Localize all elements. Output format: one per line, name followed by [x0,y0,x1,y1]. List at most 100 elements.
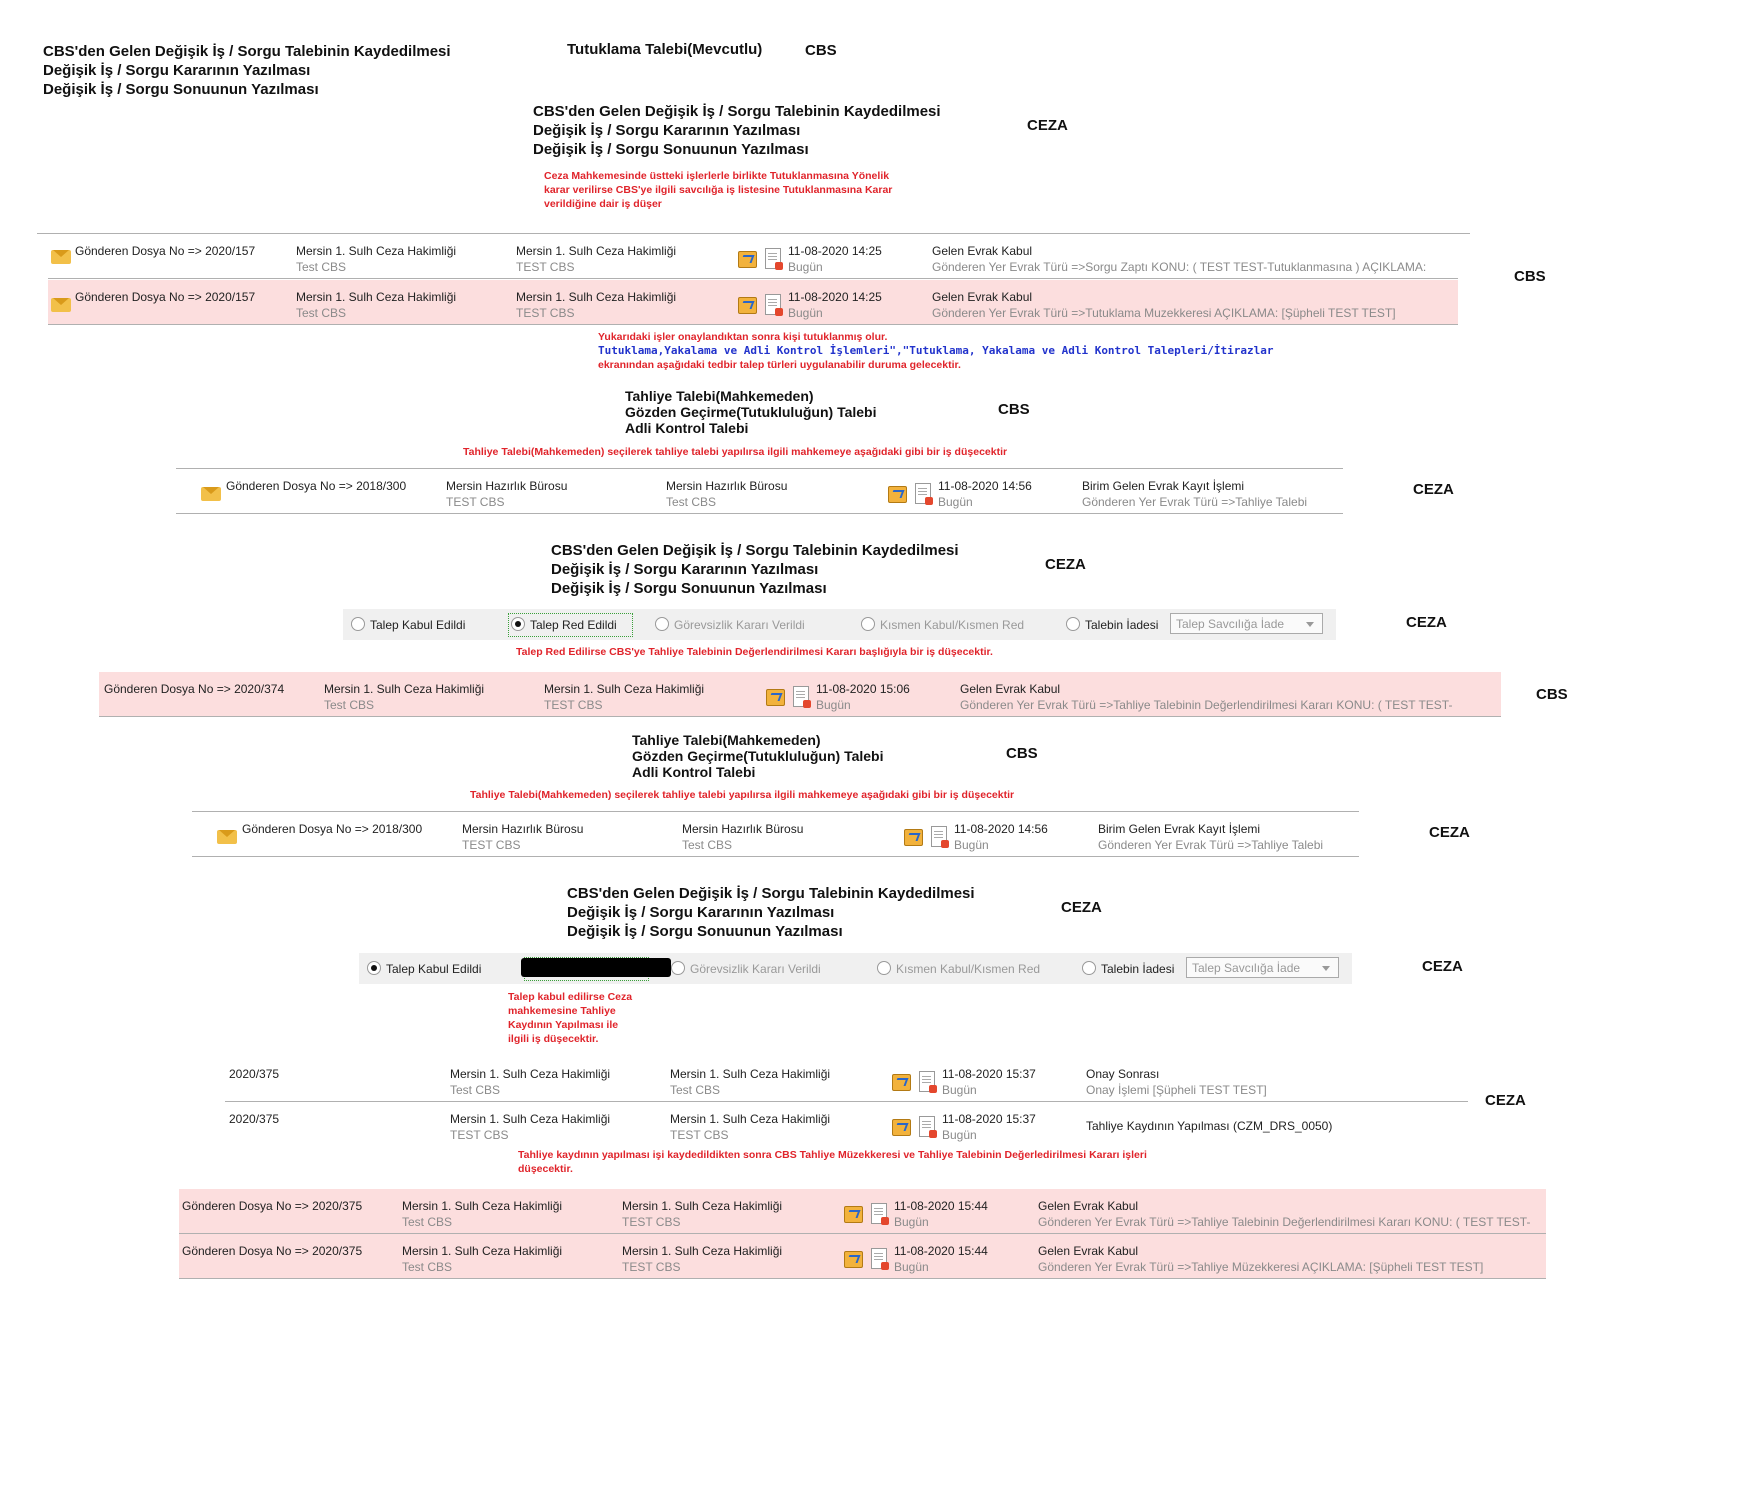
receiver-cell: Mersin 1. Sulh Ceza Hakimliği TEST CBS [622,1243,782,1275]
radio-circle[interactable] [351,617,365,631]
receiver: Mersin 1. Sulh Ceza Hakimliği [544,682,705,696]
document-icon[interactable] [915,483,933,505]
table-row[interactable]: 2020/375 Mersin 1. Sulh Ceza Hakimliği TE… [225,1102,1468,1146]
radio-circle-selected[interactable] [511,617,525,631]
receiver-sub: Test CBS [682,838,733,852]
envelope-icon [217,830,237,844]
radio-kismen[interactable]: Kısmen Kabul/Kısmen Red [861,617,1024,632]
date: 11-08-2020 14:25 [788,290,882,304]
label-ceza: CEZA [1406,614,1447,631]
task-title: Onay Sonrası [1086,1067,1160,1081]
forward-icon[interactable] [892,1074,911,1091]
forward-icon[interactable] [844,1206,863,1223]
radio-circle[interactable] [671,961,685,975]
radio-circle-selected[interactable] [367,961,381,975]
receiver-cell: Mersin Hazırlık Bürosu Test CBS [682,821,803,853]
document-icon[interactable] [919,1071,937,1093]
radio-circle[interactable] [1066,617,1080,631]
table-row[interactable]: Gönderen Dosya No => 2020/375 Mersin 1. … [179,1234,1546,1279]
table-row[interactable]: Gönderen Dosya No => 2020/374 Mersin 1. … [99,672,1501,717]
forward-icon[interactable] [904,829,923,846]
document-icon[interactable] [765,248,783,270]
label-cbs: CBS [1536,686,1568,703]
heading-line: Gözden Geçirme(Tutukluluğun) Talebi [625,404,877,420]
note-line: Yukarıdaki işler onaylandıktan sonra kiş… [598,331,888,343]
task-title: Gelen Evrak Kabul [932,290,1033,304]
forward-icon[interactable] [888,486,907,503]
task-cell: Birim Gelen Evrak Kayıt İşlemi Gönderen Y… [1082,478,1307,510]
decision-radio-bar: Talep Kabul Edildi Görevsizlik Kararı Ve… [359,953,1352,984]
heading-line: Değişik İş / Sorgu Kararının Yazılması [533,122,801,139]
label-ceza: CEZA [1045,556,1086,573]
envelope-icon [201,487,221,501]
heading-line: CBS'den Gelen Değişik İş / Sorgu Talebin… [567,885,975,902]
radio-talep-kabul[interactable]: Talep Kabul Edildi [351,617,465,632]
dosya-no: Gönderen Dosya No => 2018/300 [226,479,407,493]
radio-talep-kabul[interactable]: Talep Kabul Edildi [367,961,481,976]
forward-icon[interactable] [766,689,785,706]
iade-select[interactable]: Talep Savcılığa İade [1186,957,1339,978]
document-icon[interactable] [793,686,811,708]
heading-block-ceza-3: CBS'den Gelen Değişik İş / Sorgu Talebin… [567,884,975,941]
document-icon[interactable] [871,1248,889,1270]
radio-talep-red[interactable]: Talep Red Edildi [511,617,617,632]
radio-gorevsizlik[interactable]: Görevsizlik Kararı Verildi [671,961,821,976]
dosya-no: Gönderen Dosya No => 2020/374 [104,682,285,696]
radio-kismen[interactable]: Kısmen Kabul/Kısmen Red [877,961,1040,976]
forward-icon[interactable] [844,1251,863,1268]
redacted-area [521,958,671,977]
table-row[interactable]: Gönderen Dosya No => 2018/300 Mersin Haz… [192,812,1359,857]
task-title: Gelen Evrak Kabul [1038,1199,1139,1213]
heading-line: Adli Kontrol Talebi [625,420,749,436]
date-cell: 11-08-2020 14:25 Bugün [788,243,882,275]
sender-sub: Test CBS [324,698,375,712]
forward-icon[interactable] [892,1119,911,1136]
label-cbs: CBS [1514,268,1546,285]
radio-gorevsizlik[interactable]: Görevsizlik Kararı Verildi [655,617,805,632]
document-icon[interactable] [931,826,949,848]
heading-line: Değişik İş / Sorgu Kararının Yazılması [551,561,819,578]
document-icon[interactable] [765,294,783,316]
radio-circle[interactable] [655,617,669,631]
table-row[interactable]: Gönderen Dosya No => 2020/157 Mersin 1. … [48,234,1458,279]
radio-iade[interactable]: Talebin İadesi [1066,617,1158,632]
table-row[interactable]: Gönderen Dosya No => 2018/300 Mersin Haz… [176,469,1343,514]
label-cbs: CBS [998,401,1030,418]
sender-cell: Mersin 1. Sulh Ceza Hakimliği Test CBS [402,1198,562,1230]
receiver-cell: Mersin 1. Sulh Ceza Hakimliği TEST CBS [670,1111,830,1143]
iade-select[interactable]: Talep Savcılığa İade [1170,613,1323,634]
table-row[interactable]: 2020/375 Mersin 1. Sulh Ceza Hakimliği Te… [225,1057,1468,1102]
label-ceza: CEZA [1027,117,1068,134]
forward-icon[interactable] [738,297,757,314]
sender-sub: TEST CBS [450,1128,509,1142]
task-cell: Gelen Evrak Kabul Gönderen Yer Evrak Türü… [932,243,1426,275]
note-tahliye-kayit: Tahliye kaydının yapılması işi kaydedild… [518,1148,1147,1176]
radio-iade[interactable]: Talebin İadesi [1082,961,1174,976]
document-icon[interactable] [919,1116,937,1138]
table-row[interactable]: Gönderen Dosya No => 2020/157 Mersin 1. … [48,280,1458,325]
receiver: Mersin Hazırlık Bürosu [666,479,788,493]
receiver: Mersin 1. Sulh Ceza Hakimliği [622,1199,783,1213]
radio-circle[interactable] [861,617,875,631]
task-title: Birim Gelen Evrak Kayıt İşlemi [1098,822,1261,836]
radio-label: Görevsizlik Kararı Verildi [690,962,821,976]
receiver-cell: Mersin 1. Sulh Ceza Hakimliği TEST CBS [544,681,704,713]
sender: Mersin 1. Sulh Ceza Hakimliği [450,1067,611,1081]
radio-label: Kısmen Kabul/Kısmen Red [896,962,1041,976]
sender-cell: Mersin Hazırlık Bürosu TEST CBS [446,478,567,510]
table-row[interactable]: Gönderen Dosya No => 2020/375 Mersin 1. … [179,1189,1546,1234]
date: 11-08-2020 14:56 [938,479,1032,493]
document-icon[interactable] [871,1203,889,1225]
radio-label: Talebin İadesi [1085,618,1159,632]
note-tutuklama: Ceza Mahkemesinde üstteki işlerlerle bir… [544,169,892,211]
radio-label: Talep Kabul Edildi [386,962,482,976]
radio-circle[interactable] [1082,961,1096,975]
date-cell: 11-08-2020 15:37 Bugün [942,1111,1036,1143]
forward-icon[interactable] [738,251,757,268]
dosya-no: 2020/375 [229,1112,280,1126]
sender: Mersin 1. Sulh Ceza Hakimliği [296,244,457,258]
dosya-no: Gönderen Dosya No => 2020/157 [75,244,256,258]
radio-circle[interactable] [877,961,891,975]
sender-sub: Test CBS [296,260,347,274]
receiver-sub: TEST CBS [670,1128,729,1142]
